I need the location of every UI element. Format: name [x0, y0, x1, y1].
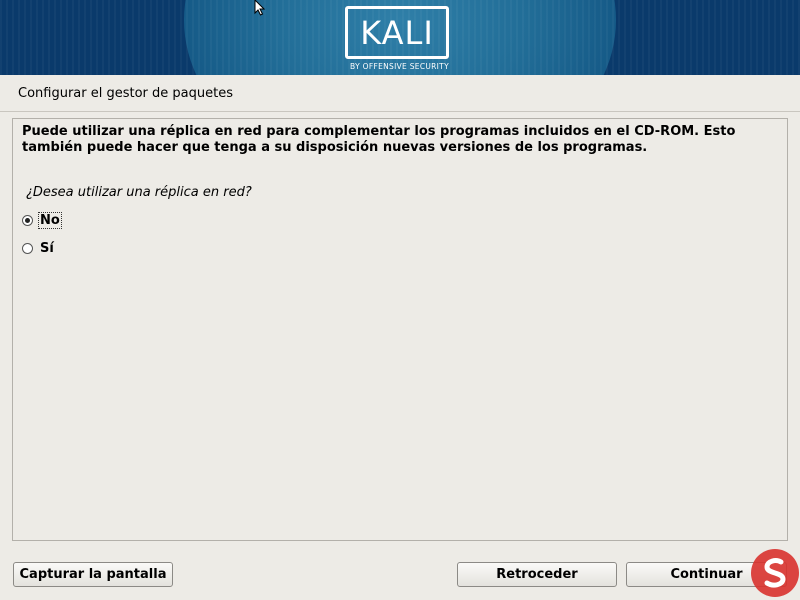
radio-label-si[interactable]: Sí: [39, 241, 55, 256]
description-text: Puede utilizar una réplica en red para c…: [22, 124, 736, 155]
screenshot-button[interactable]: Capturar la pantalla: [13, 562, 173, 587]
back-button[interactable]: Retroceder: [457, 562, 617, 587]
question-label: ¿Desea utilizar una réplica en red?: [26, 185, 252, 200]
kali-logo: KALI BY OFFENSIVE SECURITY: [343, 6, 456, 74]
radio-option-no[interactable]: No: [22, 211, 62, 229]
page-title: Configurar el gestor de paquetes: [18, 86, 233, 101]
radio-button-no[interactable]: [22, 214, 33, 226]
radio-label-no[interactable]: No: [38, 211, 62, 229]
radio-button-si[interactable]: [22, 242, 33, 254]
logo-text: KALI: [360, 14, 434, 52]
title-divider: [0, 111, 800, 112]
radio-option-si[interactable]: Sí: [22, 239, 55, 257]
content-panel: Puede utilizar una réplica en red para c…: [12, 118, 788, 541]
solvetic-watermark-icon: [751, 549, 799, 597]
mouse-pointer-icon: [254, 0, 266, 16]
logo-subtitle: BY OFFENSIVE SECURITY: [350, 62, 449, 71]
header-banner: KALI BY OFFENSIVE SECURITY: [0, 0, 800, 75]
